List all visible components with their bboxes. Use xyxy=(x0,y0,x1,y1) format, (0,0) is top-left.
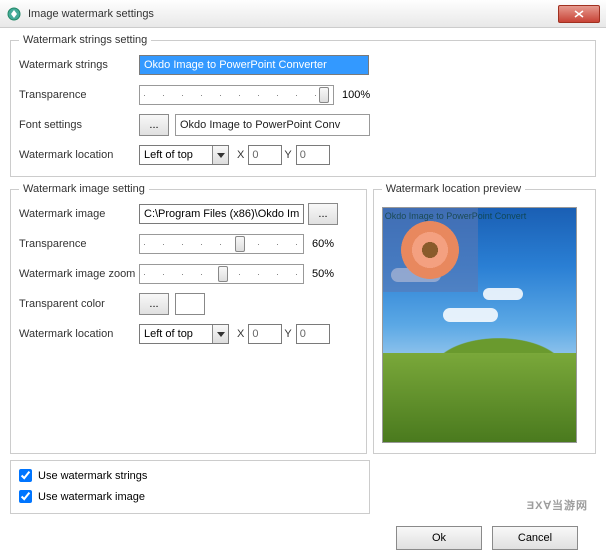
preview-group: Watermark location preview Okdo Image to… xyxy=(373,183,596,454)
strings-label: Watermark strings xyxy=(19,59,139,71)
strings-y-input[interactable] xyxy=(296,145,330,165)
titlebar: Image watermark settings xyxy=(0,0,606,28)
strings-legend: Watermark strings setting xyxy=(19,34,151,46)
image-y-label: Y xyxy=(284,328,291,340)
image-x-label: X xyxy=(237,328,244,340)
strings-x-input[interactable] xyxy=(248,145,282,165)
flower-icon xyxy=(401,221,459,279)
window-title: Image watermark settings xyxy=(28,8,558,20)
image-y-input[interactable] xyxy=(296,324,330,344)
font-settings-label: Font settings xyxy=(19,119,139,131)
image-path-label: Watermark image xyxy=(19,208,139,220)
strings-location-label: Watermark location xyxy=(19,149,139,161)
strings-location-value: Left of top xyxy=(144,149,193,161)
watermark-image-group: Watermark image setting Watermark image … xyxy=(10,183,367,454)
use-strings-label: Use watermark strings xyxy=(38,470,147,482)
preview-image: Okdo Image to PowerPoint Convert xyxy=(382,207,577,443)
branding-watermark: ƎXⱯ当游网 xyxy=(527,496,588,514)
image-transparence-slider[interactable] xyxy=(139,234,304,254)
use-image-label: Use watermark image xyxy=(38,491,145,503)
strings-x-label: X xyxy=(237,149,244,161)
transparent-color-label: Transparent color xyxy=(19,298,139,310)
image-location-label: Watermark location xyxy=(19,328,139,340)
image-location-dropdown[interactable]: Left of top xyxy=(139,324,229,344)
image-location-value: Left of top xyxy=(144,328,193,340)
browse-image-button[interactable]: ... xyxy=(308,203,338,225)
preview-watermark-text: Okdo Image to PowerPoint Convert xyxy=(385,211,577,221)
font-settings-button[interactable]: ... xyxy=(139,114,169,136)
image-zoom-slider[interactable] xyxy=(139,264,304,284)
strings-transparence-slider[interactable] xyxy=(139,85,334,105)
image-zoom-value: 50% xyxy=(312,268,334,280)
image-transparence-label: Transparence xyxy=(19,238,139,250)
font-preview: Okdo Image to PowerPoint Conv xyxy=(175,114,370,136)
preview-legend: Watermark location preview xyxy=(382,183,525,195)
close-button[interactable] xyxy=(558,5,600,23)
strings-location-dropdown[interactable]: Left of top xyxy=(139,145,229,165)
watermark-strings-input[interactable] xyxy=(139,55,369,75)
image-legend: Watermark image setting xyxy=(19,183,149,195)
image-zoom-label: Watermark image zoom xyxy=(19,268,139,280)
watermark-strings-group: Watermark strings setting Watermark stri… xyxy=(10,34,596,177)
watermark-image-input[interactable] xyxy=(139,204,304,224)
strings-y-label: Y xyxy=(284,149,291,161)
use-watermark-group: Use watermark strings Use watermark imag… xyxy=(10,460,370,514)
transparent-color-button[interactable]: ... xyxy=(139,293,169,315)
ok-button[interactable]: Ok xyxy=(396,526,482,550)
use-strings-checkbox[interactable] xyxy=(19,469,32,482)
cancel-button[interactable]: Cancel xyxy=(492,526,578,550)
image-transparence-value: 60% xyxy=(312,238,334,250)
dialog-footer: Ok Cancel xyxy=(10,520,596,550)
use-image-checkbox[interactable] xyxy=(19,490,32,503)
transparent-color-swatch[interactable] xyxy=(175,293,205,315)
chevron-down-icon xyxy=(212,325,228,343)
strings-transparence-value: 100% xyxy=(342,89,370,101)
image-x-input[interactable] xyxy=(248,324,282,344)
chevron-down-icon xyxy=(212,146,228,164)
strings-transparence-label: Transparence xyxy=(19,89,139,101)
app-icon xyxy=(6,6,22,22)
